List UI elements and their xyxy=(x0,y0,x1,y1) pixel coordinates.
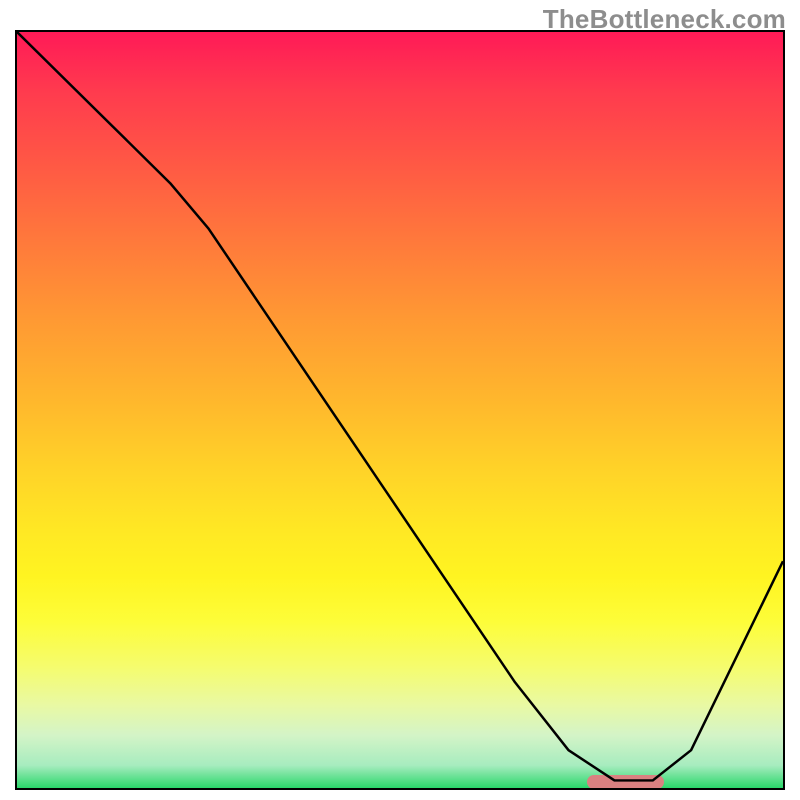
chart-frame xyxy=(15,30,785,790)
bottleneck-curve xyxy=(17,32,783,788)
plot-area xyxy=(15,30,785,790)
